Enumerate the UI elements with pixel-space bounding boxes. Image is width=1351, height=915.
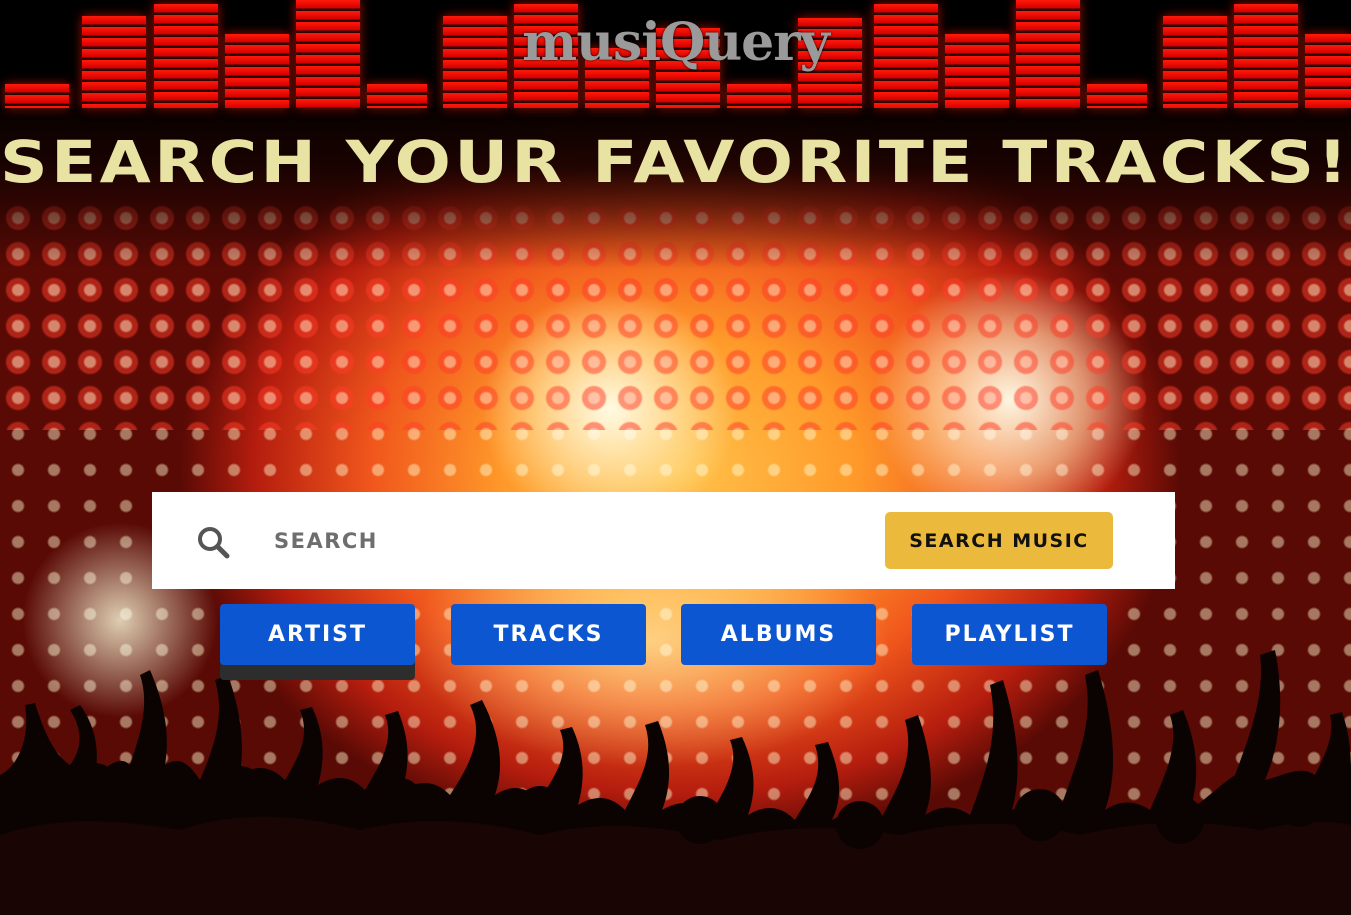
category-tabs: Artist Tracks Albums Playlist <box>0 604 1351 684</box>
tab-artist[interactable]: Artist <box>220 604 415 665</box>
search-bar: Search Music <box>152 492 1175 589</box>
page-headline: Search Your Favorite Tracks! <box>0 128 1351 196</box>
tab-playlist[interactable]: Playlist <box>912 604 1107 665</box>
page: musiQuery Search Your Favorite Tracks! S… <box>0 0 1351 915</box>
tab-tracks[interactable]: Tracks <box>451 604 646 665</box>
tab-albums[interactable]: Albums <box>681 604 876 665</box>
search-music-button[interactable]: Search Music <box>885 512 1113 569</box>
search-icon <box>198 527 230 559</box>
search-input[interactable] <box>262 516 842 566</box>
app-logo[interactable]: musiQuery <box>0 12 1351 73</box>
